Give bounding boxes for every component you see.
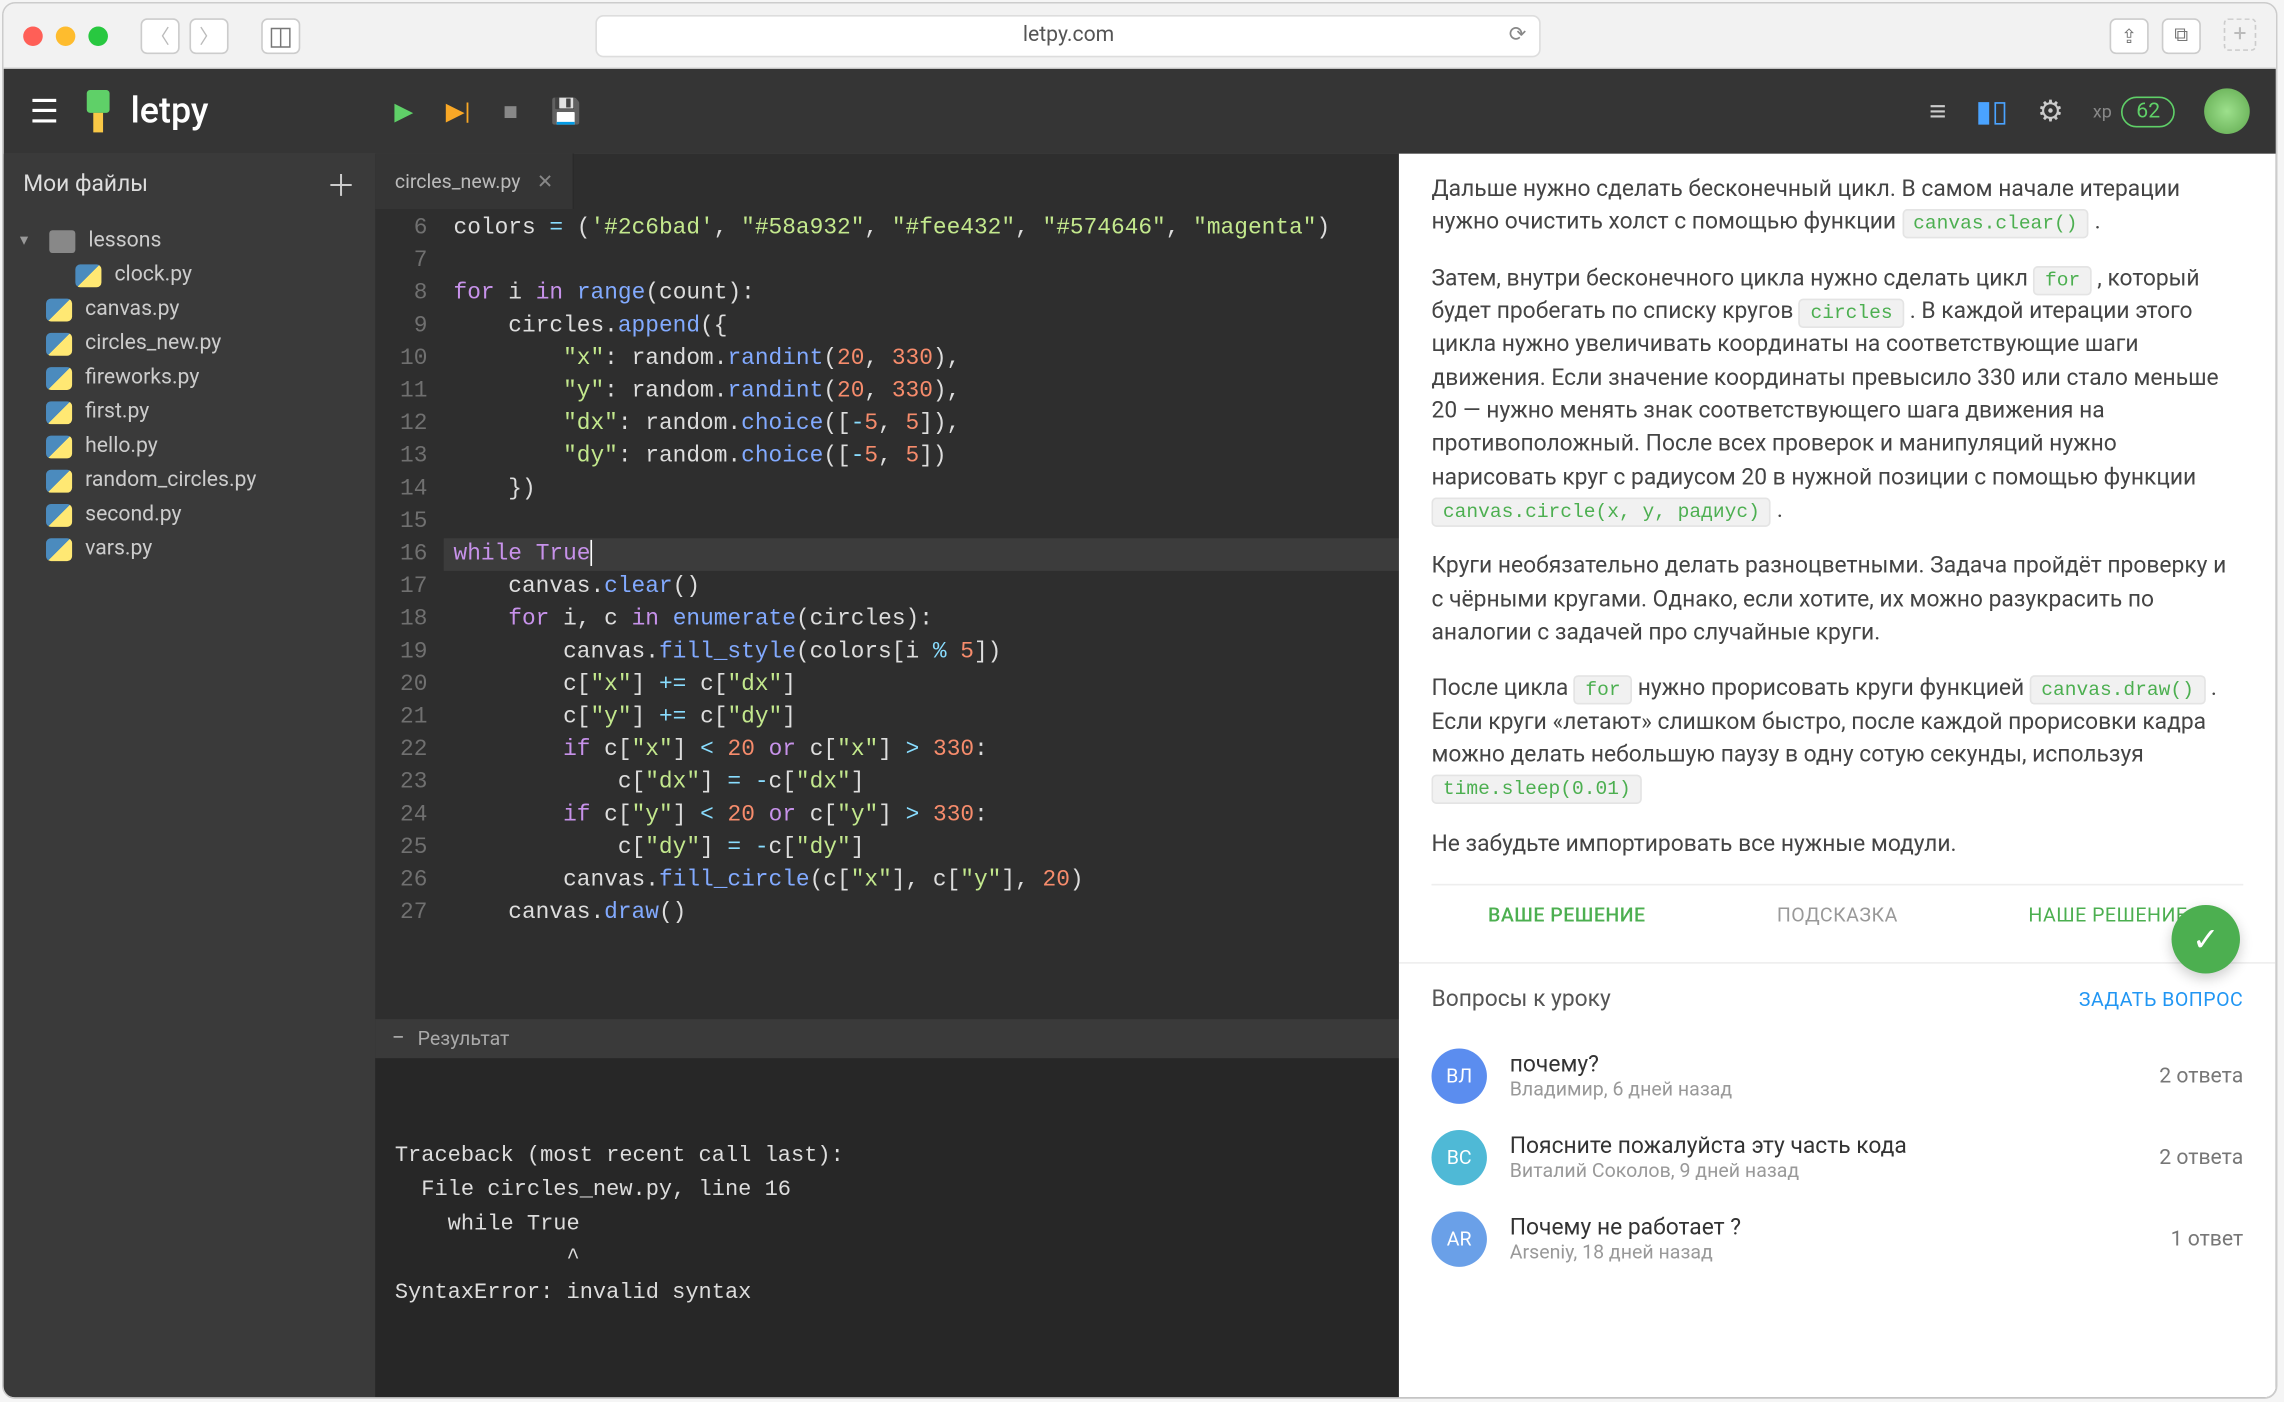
python-file-icon xyxy=(46,537,72,560)
code-snippet: for xyxy=(2034,266,2092,295)
lesson-paragraph: Дальше нужно сделать бесконечный цикл. В… xyxy=(1432,173,2244,239)
question-meta: Arseniy, 18 дней назад xyxy=(1510,1241,2148,1264)
xp-value: 62 xyxy=(2122,96,2175,127)
question-item[interactable]: AR Почему не работает ? Arseniy, 18 дней… xyxy=(1432,1199,2244,1281)
code-snippet: canvas.clear() xyxy=(1902,209,2089,238)
files-title: Мои файлы xyxy=(23,172,148,198)
window-close-icon[interactable] xyxy=(23,26,43,46)
python-file-icon xyxy=(46,503,72,526)
nav-forward-button[interactable]: 〉 xyxy=(189,17,228,53)
code-snippet: time.sleep(0.01) xyxy=(1432,775,1643,804)
brand-text: letpy xyxy=(131,91,209,132)
sidebar-toggle-icon[interactable]: ◫ xyxy=(261,17,300,53)
stop-button[interactable]: ■ xyxy=(503,97,518,126)
code-snippet: for xyxy=(1574,676,1632,705)
lesson-paragraph: После цикла for нужно прорисовать круги … xyxy=(1432,672,2244,805)
step-button[interactable]: ▶| xyxy=(446,97,471,126)
file-item[interactable]: fireworks.py xyxy=(4,361,376,395)
panel-icon[interactable]: ▮▯ xyxy=(1976,94,2008,128)
lesson-panel: Дальше нужно сделать бесконечный цикл. В… xyxy=(1399,154,2276,1398)
xp-label: xp xyxy=(2093,101,2112,122)
code-snippet: canvas.draw() xyxy=(2030,676,2205,705)
file-item[interactable]: second.py xyxy=(4,498,376,532)
code-snippet: circles xyxy=(1799,299,1904,328)
user-avatar[interactable] xyxy=(2204,88,2250,134)
new-file-button[interactable]: ＋ xyxy=(326,163,355,205)
submit-button[interactable]: ✓ xyxy=(2172,905,2240,973)
python-file-icon xyxy=(46,401,72,424)
list-icon[interactable]: ≡ xyxy=(1929,94,1946,128)
python-file-icon xyxy=(46,469,72,492)
settings-icon[interactable]: ⚙ xyxy=(2037,94,2063,128)
url-text: letpy.com xyxy=(1023,23,1114,47)
file-item[interactable]: clock.py xyxy=(4,258,376,292)
reload-icon[interactable]: ⟳ xyxy=(1509,23,1527,47)
tab-close-icon[interactable]: ✕ xyxy=(537,170,553,193)
lesson-paragraph: Не забудьте импортировать все нужные мод… xyxy=(1432,828,2244,861)
question-meta: Виталий Соколов, 9 дней назад xyxy=(1510,1160,2137,1183)
window-zoom-icon[interactable] xyxy=(88,26,108,46)
hint-tab[interactable]: ПОДСКАЗКА xyxy=(1702,885,1973,946)
file-item[interactable]: circles_new.py xyxy=(4,326,376,360)
your-solution-tab[interactable]: ВАШЕ РЕШЕНИЕ xyxy=(1432,885,1703,946)
xp-badge: xp 62 xyxy=(2093,96,2175,127)
logo-mark-icon xyxy=(82,90,115,132)
logo[interactable]: letpy xyxy=(82,90,209,132)
folder-item[interactable]: ▾lessons xyxy=(4,222,376,258)
new-tab-button[interactable]: + xyxy=(2224,17,2257,50)
result-header[interactable]: − Результат xyxy=(375,1019,1399,1058)
python-file-icon xyxy=(46,435,72,458)
file-item[interactable]: hello.py xyxy=(4,429,376,463)
file-item[interactable]: first.py xyxy=(4,395,376,429)
python-file-icon xyxy=(46,366,72,389)
share-icon[interactable]: ⇪ xyxy=(2110,17,2149,53)
menu-icon[interactable]: ☰ xyxy=(30,92,59,131)
ask-question-button[interactable]: ЗАДАТЬ ВОПРОС xyxy=(2079,989,2243,1012)
nav-back-button[interactable]: 〈 xyxy=(141,17,180,53)
traceback-text: Traceback (most recent call last): File … xyxy=(395,1140,1380,1311)
tab-label: circles_new.py xyxy=(395,170,521,193)
qa-title: Вопросы к уроку xyxy=(1432,987,1611,1013)
answer-count: 2 ответа xyxy=(2159,1064,2243,1088)
result-label: Результат xyxy=(418,1027,510,1050)
window-minimize-icon[interactable] xyxy=(56,26,76,46)
answer-count: 2 ответа xyxy=(2159,1146,2243,1170)
question-item[interactable]: ВС Поясните пожалуйста эту часть кода Ви… xyxy=(1432,1117,2244,1199)
file-panel: Мои файлы ＋ ▾lessonsclock.pycanvas.pycir… xyxy=(4,154,376,1398)
question-avatar: ВС xyxy=(1432,1130,1487,1185)
python-file-icon xyxy=(75,264,101,287)
python-file-icon xyxy=(46,298,72,321)
python-file-icon xyxy=(46,332,72,355)
file-item[interactable]: vars.py xyxy=(4,532,376,566)
collapse-icon[interactable]: − xyxy=(392,1026,405,1052)
question-avatar: ВЛ xyxy=(1432,1049,1487,1104)
output-panel: Traceback (most recent call last): File … xyxy=(375,1058,1399,1397)
question-meta: Владимир, 6 дней назад xyxy=(1510,1078,2137,1101)
address-bar[interactable]: letpy.com ⟳ xyxy=(596,14,1541,56)
code-snippet: canvas.circle(x, y, радиус) xyxy=(1432,497,1772,526)
save-button[interactable]: 💾 xyxy=(550,97,580,126)
tabs-icon[interactable]: ⧉ xyxy=(2162,17,2201,53)
question-avatar: AR xyxy=(1432,1212,1487,1267)
file-item[interactable]: random_circles.py xyxy=(4,463,376,497)
lesson-paragraph: Круги необязательно делать разноцветными… xyxy=(1432,550,2244,649)
code-editor[interactable]: 6789101112131415161718192021222324252627… xyxy=(375,209,1399,1019)
question-item[interactable]: ВЛ почему? Владимир, 6 дней назад 2 отве… xyxy=(1432,1036,2244,1118)
question-title: Почему не работает ? xyxy=(1510,1215,2148,1241)
run-button[interactable]: ▶ xyxy=(394,97,413,126)
folder-icon xyxy=(49,230,75,253)
lesson-paragraph: Затем, внутри бесконечного цикла нужно с… xyxy=(1432,262,2244,527)
question-title: почему? xyxy=(1510,1052,2137,1078)
editor-tab[interactable]: circles_new.py ✕ xyxy=(375,154,574,209)
question-title: Поясните пожалуйста эту часть кода xyxy=(1510,1134,2137,1160)
answer-count: 1 ответ xyxy=(2171,1227,2244,1251)
file-item[interactable]: canvas.py xyxy=(4,292,376,326)
app-header: ☰ letpy ▶ ▶| ■ 💾 ≡ ▮▯ ⚙ xp 62 xyxy=(4,69,2276,154)
